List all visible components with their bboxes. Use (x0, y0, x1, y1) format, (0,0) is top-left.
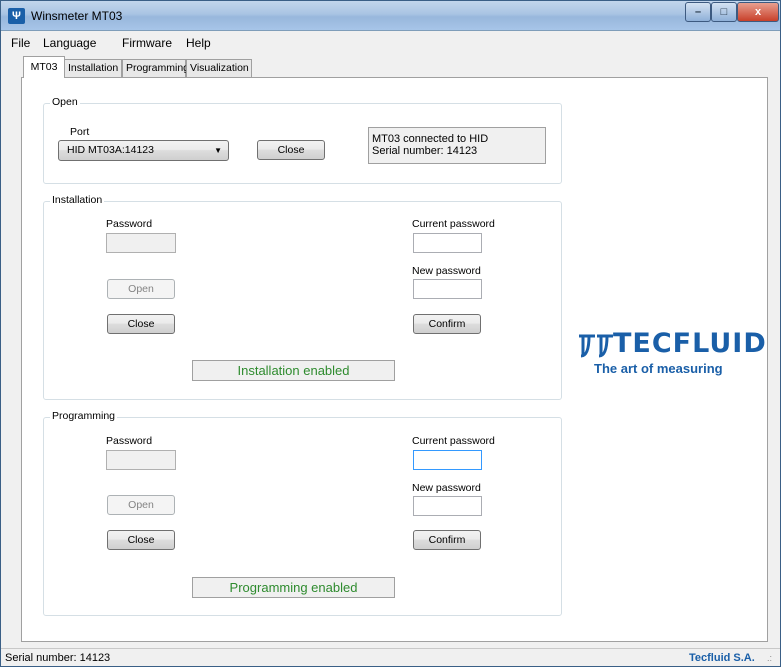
window-title: Winsmeter MT03 (31, 9, 123, 23)
tecfluid-logo-icon (579, 334, 613, 358)
installation-current-password-label: Current password (412, 218, 495, 230)
menu-firmware[interactable]: Firmware (122, 36, 172, 50)
installation-new-password-label: New password (412, 265, 481, 277)
programming-password-input[interactable] (106, 450, 176, 470)
status-bar: Serial number: 14123 Tecfluid S.A. .: (1, 648, 780, 666)
app-icon[interactable]: Ψ (8, 8, 25, 24)
programming-open-button[interactable]: Open (107, 495, 175, 515)
menu-bar: File Language Firmware Help (1, 32, 780, 54)
installation-current-password-input[interactable] (413, 233, 482, 253)
tab-mt03[interactable]: MT03 (23, 56, 65, 78)
tab-panel-mt03: Open Port HID MT03A:14123 ▼ Close MT03 c… (21, 77, 768, 642)
logo-wordmark: TECFLUID (613, 328, 767, 359)
chevron-down-icon: ▼ (214, 146, 222, 155)
programming-current-password-input[interactable] (413, 450, 482, 470)
installation-password-label: Password (106, 218, 153, 230)
status-serial-number: Serial number: 14123 (5, 652, 111, 664)
port-close-button[interactable]: Close (257, 140, 325, 160)
port-label: Port (70, 126, 90, 138)
tab-programming[interactable]: Programming (122, 59, 189, 77)
programming-current-password-label: Current password (412, 435, 495, 447)
programming-group-title: Programming (50, 410, 118, 422)
port-select-value: HID MT03A:14123 (67, 144, 154, 156)
menu-help[interactable]: Help (186, 36, 211, 50)
open-group-title: Open (50, 96, 80, 108)
installation-new-password-input[interactable] (413, 279, 482, 299)
port-select[interactable]: HID MT03A:14123 ▼ (58, 140, 229, 161)
programming-password-label: Password (106, 435, 153, 447)
minimize-button[interactable]: – (685, 2, 711, 22)
programming-close-button[interactable]: Close (107, 530, 175, 550)
main-window: Ψ Winsmeter MT03 – □ x File Language Fir… (0, 0, 781, 667)
status-company: Tecfluid S.A. (689, 652, 755, 664)
maximize-button[interactable]: □ (711, 2, 737, 22)
installation-group: Installation Password Open Close Current… (43, 194, 562, 400)
installation-group-title: Installation (50, 194, 105, 206)
connection-status-box: MT03 connected to HID Serial number: 141… (368, 127, 546, 164)
programming-new-password-input[interactable] (413, 496, 482, 516)
installation-confirm-button[interactable]: Confirm (413, 314, 481, 334)
programming-status: Programming enabled (192, 577, 395, 598)
tab-installation[interactable]: Installation (64, 59, 122, 77)
close-window-button[interactable]: x (737, 2, 779, 22)
tab-visualization[interactable]: Visualization (186, 59, 252, 77)
resize-grip-icon[interactable]: .: (767, 653, 772, 663)
connection-status: MT03 connected to HID (372, 133, 489, 145)
menu-file[interactable]: File (11, 36, 30, 50)
programming-confirm-button[interactable]: Confirm (413, 530, 481, 550)
installation-status: Installation enabled (192, 360, 395, 381)
logo-tagline: The art of measuring (594, 361, 723, 376)
menu-language[interactable]: Language (43, 36, 96, 50)
open-group: Open Port HID MT03A:14123 ▼ Close MT03 c… (43, 96, 562, 184)
serial-number-status: Serial number: 14123 (372, 145, 478, 157)
installation-password-input[interactable] (106, 233, 176, 253)
programming-group: Programming Password Open Close Current … (43, 410, 562, 616)
installation-close-button[interactable]: Close (107, 314, 175, 334)
programming-new-password-label: New password (412, 482, 481, 494)
title-bar[interactable]: Ψ Winsmeter MT03 – □ x (1, 1, 780, 31)
installation-open-button[interactable]: Open (107, 279, 175, 299)
